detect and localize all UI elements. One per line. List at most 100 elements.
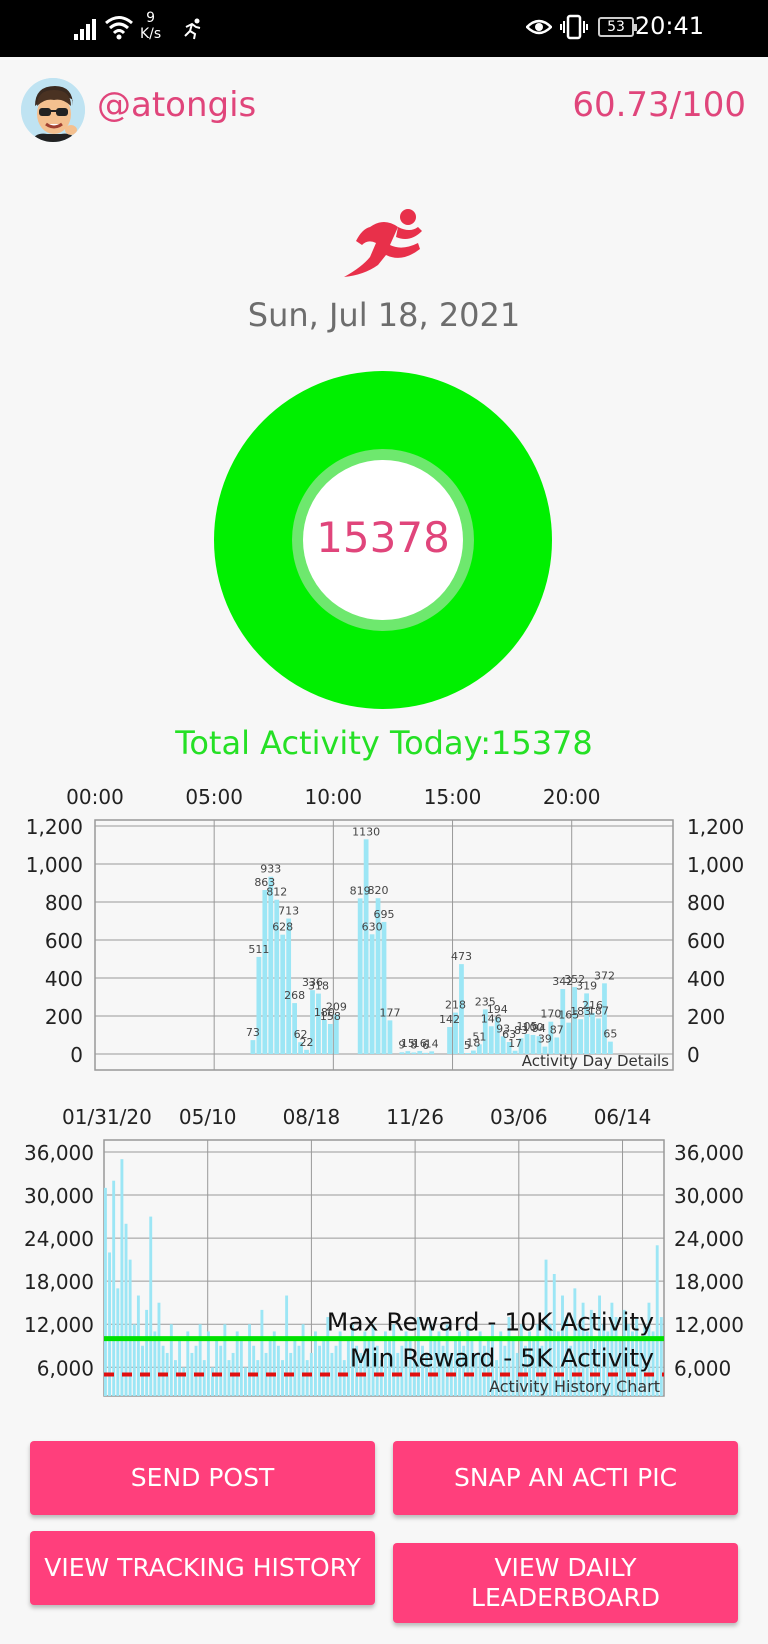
data-label: 22 <box>300 1036 314 1049</box>
score: 60.73/100 <box>572 85 746 125</box>
x-tick-label: 10:00 <box>305 785 363 809</box>
history-bar <box>248 1324 251 1396</box>
chart-bar <box>268 876 274 1054</box>
chart-bar <box>387 1020 393 1054</box>
chart-bar <box>602 983 607 1054</box>
send-post-button[interactable]: SEND POST <box>30 1441 375 1515</box>
history-bar <box>293 1338 297 1396</box>
data-label: 630 <box>362 920 383 933</box>
y-tick-label-right: 12,000 <box>674 1313 744 1337</box>
y-tick-label-left: 400 <box>45 967 83 991</box>
data-label: 695 <box>374 908 395 921</box>
history-bar <box>112 1180 116 1396</box>
profile-header: @atongis 60.73/100 <box>0 57 768 157</box>
history-bar <box>215 1338 219 1396</box>
chart-bar <box>465 1053 470 1054</box>
history-bar <box>132 1324 136 1396</box>
view-daily-leaderboard-button[interactable]: VIEW DAILY LEADERBOARD <box>393 1543 738 1623</box>
x-tick-label: 06/14 <box>594 1105 652 1129</box>
y-tick-label-left: 1,000 <box>26 853 83 877</box>
history-bar <box>149 1216 153 1396</box>
x-tick-label: 05/10 <box>179 1105 237 1129</box>
clock: 20:41 <box>634 12 704 40</box>
y-tick-label-right: 400 <box>687 967 725 991</box>
chart-bar <box>363 839 369 1054</box>
current-date: Sun, Jul 18, 2021 <box>247 296 521 334</box>
chart-bar <box>327 1023 333 1054</box>
data-label: 372 <box>594 969 615 982</box>
min-reward-label: Min Reward - 5K Activity <box>350 1343 654 1372</box>
chart-bar <box>369 934 375 1054</box>
history-bar <box>211 1367 214 1396</box>
status-bar: 9 K/s 53 20:41 <box>0 0 768 57</box>
activity-history-chart: 36,000 36,000 30,000 30,000 24,000 24,000 18,0… <box>24 1105 744 1397</box>
y-tick-label-right: 24,000 <box>674 1227 744 1251</box>
history-bar <box>301 1324 305 1396</box>
ring-value: 15378 <box>316 513 450 562</box>
x-tick-label: 05:00 <box>185 785 243 809</box>
chart-caption: Activity History Chart <box>489 1377 660 1396</box>
chart-bar <box>429 1051 435 1054</box>
history-bar <box>272 1331 276 1396</box>
x-tick-label: 01/31/20 <box>62 1105 152 1129</box>
history-bar <box>145 1309 149 1396</box>
chart-bar <box>596 1018 601 1054</box>
view-tracking-history-button[interactable]: VIEW TRACKING HISTORY <box>30 1531 375 1605</box>
leaderboard-label-line1: VIEW DAILY <box>494 1553 637 1582</box>
chart-bar <box>447 1027 452 1054</box>
data-label: 194 <box>487 1003 508 1016</box>
data-label: 511 <box>248 943 269 956</box>
y-tick-label-left: 30,000 <box>24 1184 94 1208</box>
history-bar <box>281 1360 284 1396</box>
wifi-icon <box>105 16 133 40</box>
y-tick-label-right: 36,000 <box>674 1141 744 1165</box>
chart-bar <box>256 956 262 1054</box>
data-label: 812 <box>266 886 287 899</box>
running-notification-icon <box>184 18 201 40</box>
data-label: 1130 <box>352 825 380 838</box>
x-tick-label: 15:00 <box>424 785 482 809</box>
history-bar <box>239 1338 243 1396</box>
history-bar <box>244 1367 247 1396</box>
data-label: 142 <box>439 1013 460 1026</box>
snap-acti-pic-button[interactable]: SNAP AN ACTI PIC <box>393 1441 738 1515</box>
y-tick-label-left: 800 <box>45 891 83 915</box>
data-label: 209 <box>326 1000 347 1013</box>
y-tick-label-left: 6,000 <box>37 1356 94 1380</box>
history-bar <box>297 1345 301 1396</box>
history-bar <box>318 1345 321 1396</box>
data-label: 187 <box>588 1004 609 1017</box>
history-bar <box>338 1331 342 1396</box>
avatar[interactable] <box>21 78 85 142</box>
x-tick-label: 08/18 <box>283 1105 341 1129</box>
activity-day-chart: 1,200 1,200 1,000 1,000 800 800 600 600 400 400 20… <box>26 785 744 1071</box>
history-bar <box>219 1345 223 1396</box>
chart-bar <box>381 921 387 1054</box>
running-person-icon <box>344 209 422 277</box>
data-label: 713 <box>278 905 299 918</box>
chart-bar <box>566 1022 572 1054</box>
signal-icon <box>74 19 96 40</box>
y-tick-label-left: 200 <box>45 1005 83 1029</box>
y-tick-label-right: 200 <box>687 1005 725 1029</box>
history-bar <box>124 1223 128 1396</box>
data-label: 73 <box>246 1026 260 1039</box>
history-bar <box>182 1367 186 1396</box>
history-bar <box>178 1338 181 1396</box>
chart-caption: Activity Day Details <box>522 1052 669 1070</box>
data-label: 820 <box>368 884 389 897</box>
chart-bar <box>578 1019 584 1054</box>
chart-bar <box>590 1012 595 1054</box>
x-tick-label: 00:00 <box>66 785 124 809</box>
chart-bar <box>411 1052 417 1054</box>
history-bar <box>276 1345 280 1396</box>
y-tick-label-left: 36,000 <box>24 1141 94 1165</box>
y-tick-label-left: 18,000 <box>24 1270 94 1294</box>
history-bar <box>141 1345 144 1396</box>
history-bar <box>157 1302 161 1396</box>
y-tick-label-left: 12,000 <box>24 1313 94 1337</box>
data-label: 14 <box>425 1037 439 1050</box>
y-tick-label-right: 1,000 <box>687 853 744 877</box>
data-label: 628 <box>272 921 293 934</box>
y-tick-label-left: 1,200 <box>26 815 83 839</box>
